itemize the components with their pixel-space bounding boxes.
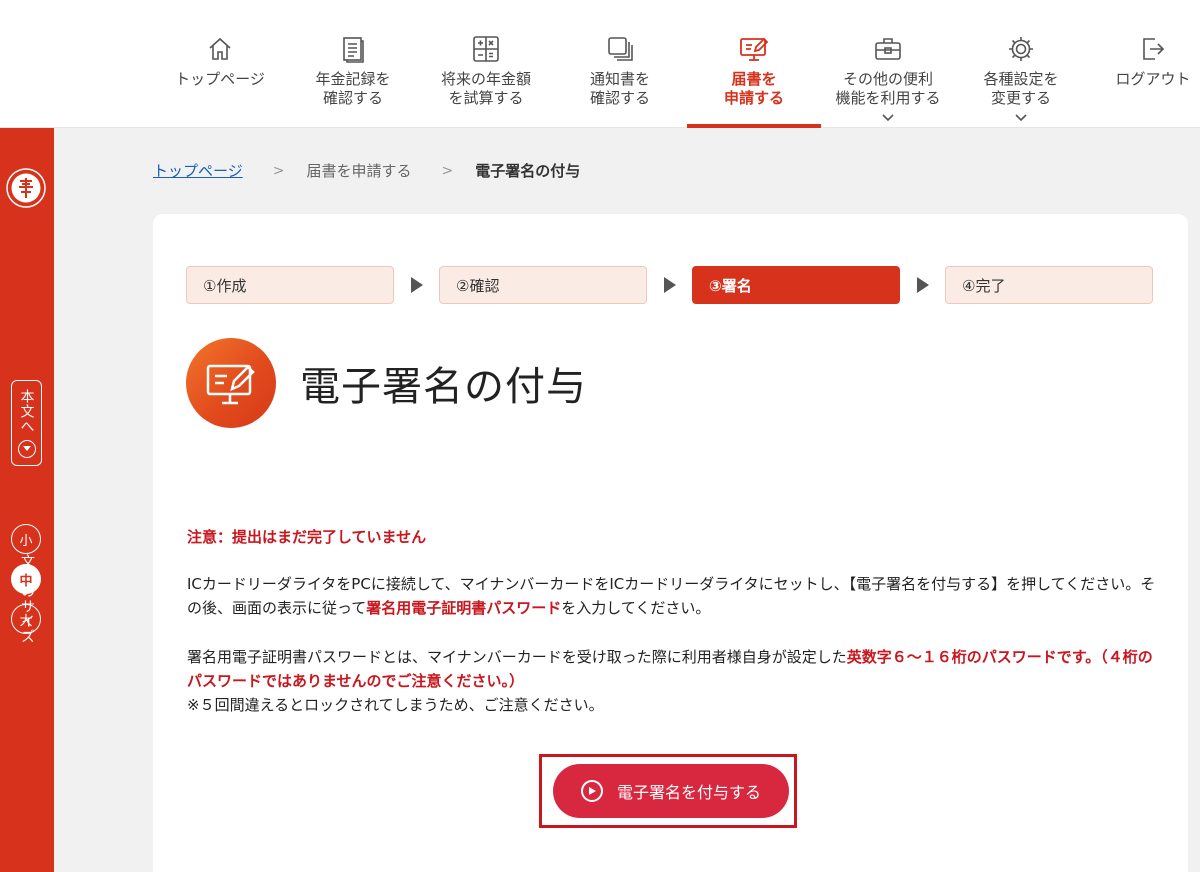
documents-stack-icon — [603, 34, 637, 64]
nav-label: トップページ — [175, 70, 265, 88]
nav-label: 将来の年金額 を試算する — [440, 70, 531, 107]
nav-settings[interactable]: 各種設定を 変更する — [966, 0, 1076, 128]
left-sidebar: 本文へ 文字のサイズ 小 中 大 — [0, 128, 54, 872]
nav-top-page[interactable]: トップページ — [165, 0, 275, 128]
nav-estimate-pension[interactable]: 将来の年金額 を試算する — [425, 0, 547, 128]
pension-service-logo — [5, 161, 47, 211]
nav-other-features[interactable]: その他の便利 機能を利用する — [825, 0, 951, 128]
top-navigation: トップページ 年金記録を 確認する 将来の年金額 を試算する 通知書を 確認する… — [0, 0, 1200, 128]
nav-label: 年金記録を 確認する — [315, 70, 391, 107]
monitor-pen-icon — [737, 34, 771, 64]
skip-to-main-label: 本文へ — [18, 389, 35, 434]
chevron-down-icon — [1014, 108, 1028, 122]
step-sign: ③署名 — [692, 266, 900, 304]
add-signature-button[interactable]: 電子署名を付与する — [553, 764, 789, 818]
password-paragraph: 署名用電子証明書パスワードとは、マイナンバーカードを受け取った際に利用者様自身が… — [187, 645, 1157, 717]
password-text: 署名用電子証明書パスワードとは、マイナンバーカードを受け取った際に利用者様自身が… — [187, 648, 847, 666]
nav-label: ログアウト — [1115, 70, 1191, 88]
toolbox-icon — [871, 34, 905, 64]
chevron-down-circle-icon — [17, 440, 36, 458]
notice-warning: 注意：提出はまだ完了していません — [187, 528, 427, 546]
play-circle-icon — [580, 780, 603, 802]
nav-notices[interactable]: 通知書を 確認する — [565, 0, 675, 128]
chevron-right-icon: > — [441, 162, 454, 179]
skip-to-main-button[interactable]: 本文へ — [11, 380, 42, 466]
calculator-icon — [469, 34, 503, 64]
step-arrow-icon — [664, 277, 676, 293]
gear-icon — [1004, 34, 1038, 64]
breadcrumb-current: 電子署名の付与 — [475, 162, 581, 180]
instruction-text-end: を入力してください。 — [561, 599, 711, 617]
lock-warning-note: ※５回間違えるとロックされてしまうため、ご注意ください。 — [187, 696, 604, 714]
add-signature-label: 電子署名を付与する — [616, 785, 761, 802]
document-list-icon — [336, 34, 370, 64]
nav-logout[interactable]: ログアウト — [1106, 0, 1200, 128]
nav-apply-forms[interactable]: 届書を 申請する — [687, 0, 821, 128]
instruction-highlight: 署名用電子証明書パスワード — [366, 599, 562, 617]
monitor-pen-icon — [186, 338, 276, 428]
font-size-large-button[interactable]: 大 — [11, 604, 41, 634]
chevron-down-icon — [881, 108, 895, 122]
font-size-small-button[interactable]: 小 — [11, 524, 41, 554]
nav-label: その他の便利 機能を利用する — [835, 70, 941, 107]
breadcrumb-apply-forms: 届書を申請する — [306, 162, 412, 180]
breadcrumb-home-link[interactable]: トップページ — [153, 160, 243, 181]
nav-label: 通知書を 確認する — [589, 70, 650, 107]
step-confirm: ②確認 — [439, 266, 647, 304]
home-icon — [203, 34, 237, 64]
page-title: 電子署名の付与 — [300, 364, 587, 410]
step-complete: ④完了 — [945, 266, 1153, 304]
instruction-paragraph: ICカードリーダライタをPCに接続して、マイナンバーカードをICカードリーダライ… — [187, 572, 1157, 620]
step-arrow-icon — [411, 277, 423, 293]
chevron-right-icon: > — [272, 162, 285, 179]
breadcrumb: トップページ > 届書を申請する > 電子署名の付与 — [153, 160, 580, 181]
font-size-medium-button[interactable]: 中 — [11, 564, 41, 594]
step-create: ①作成 — [186, 266, 394, 304]
nav-pension-records[interactable]: 年金記録を 確認する — [298, 0, 408, 128]
logout-icon — [1136, 34, 1170, 64]
step-arrow-icon — [917, 277, 929, 293]
nav-label: 各種設定を 変更する — [983, 70, 1059, 107]
nav-label: 届書を 申請する — [723, 70, 784, 107]
